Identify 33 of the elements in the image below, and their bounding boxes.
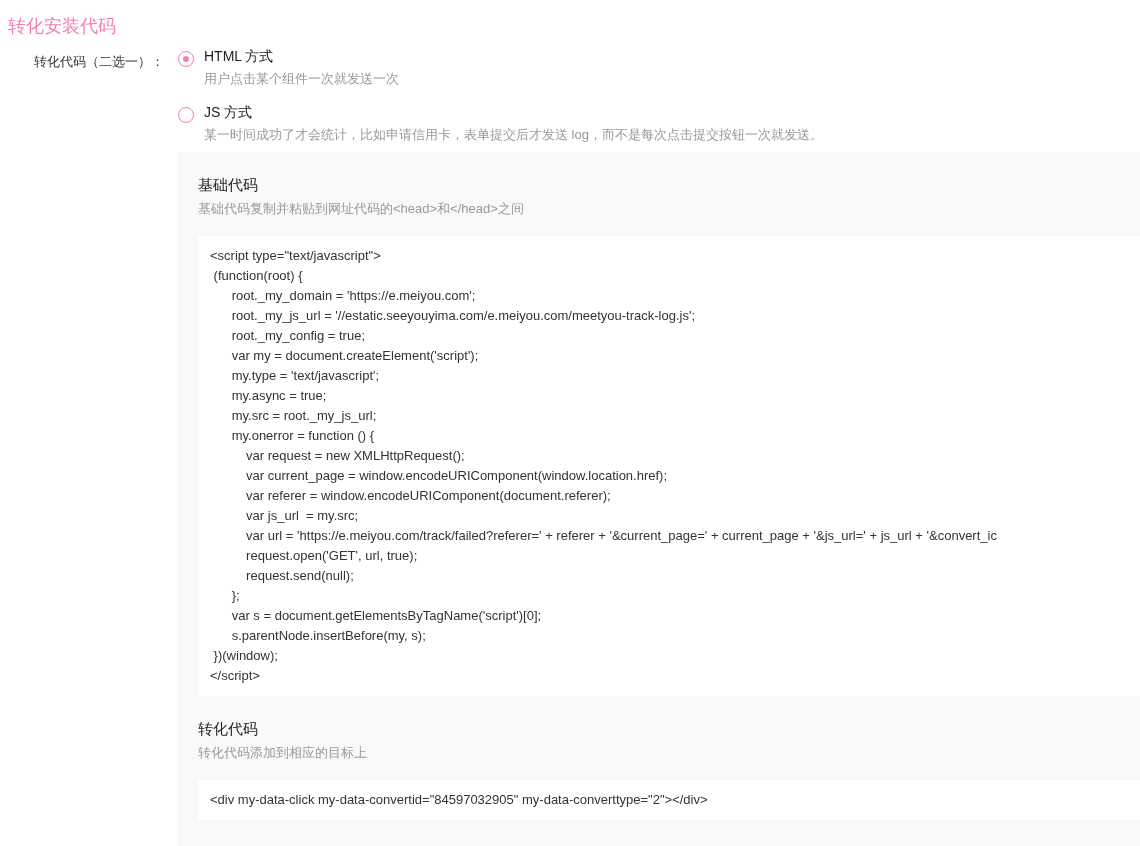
code-line: <script type="text/javascript">: [210, 247, 381, 265]
code-line: my.onerror = function () {: [230, 427, 375, 445]
code-line: var referer = window.encodeURIComponent(document.referer);: [245, 487, 611, 505]
code-line: var current_page = window.encodeURIComponent(window.location.href);: [245, 467, 668, 485]
field-label: 转化代码（二选一）：: [34, 53, 164, 71]
radio-button[interactable]: [178, 51, 194, 67]
option-label: JS 方式: [204, 103, 254, 122]
radio-button[interactable]: [178, 107, 194, 123]
code-line: var request = new XMLHttpRequest();: [245, 447, 465, 465]
code-line: request.open('GET', url, true);: [245, 547, 418, 565]
code-section-description: 转化代码添加到相应的目标上: [198, 744, 368, 762]
code-line: s.parentNode.insertBefore(my, s);: [230, 627, 426, 645]
code-section-description: 基础代码复制并粘贴到网址代码的<head>和</head>之间: [198, 200, 525, 218]
code-line: request.send(null);: [245, 567, 354, 585]
code-section-title: 转化代码: [198, 719, 259, 739]
section-title: 转化安装代码: [8, 15, 116, 38]
code-line: root._my_domain = 'https://e.meiyou.com';: [230, 287, 476, 305]
code-line: (function(root) {: [212, 267, 303, 285]
code-line: my.async = true;: [230, 387, 327, 405]
option-label: HTML 方式: [204, 47, 275, 66]
code-line: root._my_js_url = '//estatic.seeyouyima.com/e.meiyou.com/meetyou-track-log.js';: [230, 307, 696, 325]
code-line: my.src = root._my_js_url;: [230, 407, 377, 425]
code-line: var js_url = my.src;: [245, 507, 359, 525]
code-line: })(window);: [212, 647, 278, 665]
code-line: var my = document.createElement('script');: [230, 347, 479, 365]
code-line: root._my_config = true;: [230, 327, 365, 345]
code-line: </script>: [210, 667, 260, 685]
code-line: <div my-data-click my-data-convertid="84597032905" my-data-converttype="2"></div>: [210, 791, 708, 809]
code-line: my.type = 'text/javascript';: [230, 367, 380, 385]
code-line: };: [230, 587, 240, 605]
code-line: var url = 'https://e.meiyou.com/track/failed?referer=' + referer + '&current_page=' + current_page + '&js_url=' + js_url + '&convert_ic: [245, 527, 997, 545]
code-line: var s = document.getElementsByTagName('script')[0];: [230, 607, 542, 625]
code-section-title: 基础代码: [198, 175, 259, 195]
